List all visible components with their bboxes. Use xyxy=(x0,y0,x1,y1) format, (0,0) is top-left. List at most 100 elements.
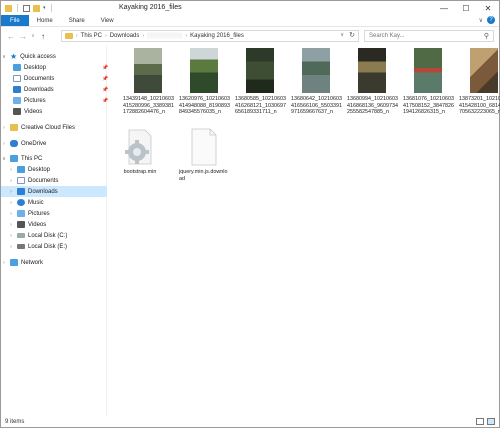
expand-icon[interactable]: › xyxy=(1,125,7,131)
pictures-icon xyxy=(17,210,25,217)
drive-icon xyxy=(17,233,25,238)
file-name: 13680642_10210603416566106_5503391971659… xyxy=(291,96,342,116)
file-item[interactable]: 13620976_10210603414948088_8190893849345… xyxy=(174,48,234,116)
documents-icon xyxy=(17,177,25,184)
forward-button[interactable]: → xyxy=(17,32,29,41)
file-item[interactable]: jquery.min.js.download xyxy=(174,128,234,182)
nav-pc-documents[interactable]: › Documents xyxy=(1,175,107,186)
photo-thumbnail xyxy=(246,48,274,93)
minimize-button[interactable]: — xyxy=(433,1,455,15)
close-button[interactable]: ✕ xyxy=(477,1,499,15)
nav-pc-videos[interactable]: › Videos xyxy=(1,219,107,230)
file-name: 13873201_10210603415428100_6814011705632… xyxy=(459,96,500,116)
file-item[interactable]: 13680994_10210603416868136_9609734255582… xyxy=(342,48,402,116)
music-icon xyxy=(17,199,25,206)
new-folder-icon[interactable] xyxy=(33,4,40,12)
nav-pc-local-disk-e[interactable]: › Local Disk (E:) xyxy=(1,241,107,252)
folder-icon xyxy=(5,4,12,12)
nav-pc-pictures[interactable]: › Pictures xyxy=(1,208,107,219)
navigation-pane: ∨ ★ Quick access Desktop 📌 Documents 📌 D… xyxy=(1,46,108,416)
breadcrumb-kayaking[interactable]: Kayaking 2016_files xyxy=(190,33,244,39)
nav-quick-desktop[interactable]: Desktop 📌 xyxy=(1,62,108,73)
file-name: 13439148_10210603415280996_3389381172882… xyxy=(123,96,174,116)
file-item[interactable]: 13680642_10210603416566106_5503391971659… xyxy=(286,48,346,116)
breadcrumb-downloads[interactable]: Downloads xyxy=(110,33,140,39)
tab-home[interactable]: Home xyxy=(29,15,61,26)
expand-icon[interactable]: › xyxy=(8,200,14,206)
expand-icon[interactable]: › xyxy=(8,178,14,184)
nav-network[interactable]: › Network xyxy=(1,257,107,268)
nav-pc-desktop[interactable]: › Desktop xyxy=(1,164,107,175)
photo-thumbnail xyxy=(470,48,498,93)
details-view-icon[interactable] xyxy=(476,418,484,425)
search-icon: ⚲ xyxy=(483,33,489,40)
videos-icon xyxy=(17,221,25,228)
nav-pc-music[interactable]: › Music xyxy=(1,197,107,208)
drive-icon xyxy=(17,244,25,249)
back-button[interactable]: ← xyxy=(5,32,17,41)
document-file-icon xyxy=(187,128,221,166)
file-name: bootstrap.min xyxy=(123,169,157,175)
expand-icon[interactable]: ∨ xyxy=(1,156,7,162)
expand-icon[interactable]: › xyxy=(8,167,14,173)
settings-file-icon xyxy=(123,128,157,166)
expand-icon[interactable]: › xyxy=(1,260,7,266)
file-item[interactable]: 13873201_10210603415428100_6814011705632… xyxy=(454,48,500,116)
file-item[interactable]: 13680585_10210603416268121_1030697656189… xyxy=(230,48,290,116)
cloud-icon xyxy=(10,140,18,147)
nav-onedrive[interactable]: › OneDrive xyxy=(1,138,107,149)
maximize-button[interactable]: ☐ xyxy=(455,1,477,15)
expand-ribbon-icon[interactable]: ∨ xyxy=(479,17,483,24)
nav-creative-cloud[interactable]: › Creative Cloud Files xyxy=(1,122,107,133)
up-button[interactable]: ↑ xyxy=(37,32,49,41)
nav-this-pc[interactable]: ∨ This PC xyxy=(1,153,107,164)
expand-icon[interactable]: › xyxy=(8,211,14,217)
file-item[interactable]: 13681076_10210603417508152_3847826194126… xyxy=(398,48,458,116)
file-name: 13620976_10210603414948088_8190893849345… xyxy=(179,96,230,116)
large-icons-view-icon[interactable] xyxy=(487,418,495,425)
explorer-window: ▾ Kayaking 2016_files — ☐ ✕ File Home Sh… xyxy=(0,0,500,428)
tab-file[interactable]: File xyxy=(1,15,29,26)
expand-icon[interactable]: › xyxy=(8,233,14,239)
documents-icon xyxy=(13,75,21,82)
expand-icon[interactable]: › xyxy=(1,141,7,147)
properties-icon[interactable] xyxy=(23,4,30,12)
search-box[interactable]: Search Kay... ⚲ xyxy=(364,30,494,42)
photo-thumbnail xyxy=(414,48,442,93)
refresh-icon[interactable]: ↻ xyxy=(349,31,355,39)
photo-thumbnail xyxy=(190,48,218,93)
photo-thumbnail xyxy=(134,48,162,93)
nav-pc-downloads[interactable]: › Downloads xyxy=(1,186,107,197)
address-dropdown-icon[interactable]: ∨ xyxy=(340,32,344,38)
videos-icon xyxy=(13,108,21,115)
expand-icon[interactable]: ∨ xyxy=(1,54,7,60)
nav-quick-documents[interactable]: Documents 📌 xyxy=(1,73,108,84)
tab-share[interactable]: Share xyxy=(61,15,93,26)
nav-quick-access[interactable]: ∨ ★ Quick access xyxy=(1,51,107,62)
desktop-icon xyxy=(17,166,25,173)
expand-icon[interactable]: › xyxy=(8,222,14,228)
help-icon[interactable]: ? xyxy=(487,16,495,24)
breadcrumb-this-pc[interactable]: This PC xyxy=(81,33,102,39)
photo-thumbnail xyxy=(302,48,330,93)
address-bar[interactable]: › This PC › Downloads › ▒▒▒▒▒▒▒▒▒▒ › Kay… xyxy=(61,30,359,42)
customize-toolbar-icon[interactable]: ▾ xyxy=(43,5,46,11)
breadcrumb-redacted[interactable]: ▒▒▒▒▒▒▒▒▒▒ xyxy=(147,33,182,39)
quick-access-toolbar: ▾ xyxy=(1,4,54,12)
file-item[interactable]: bootstrap.min xyxy=(110,128,170,176)
recent-locations-button[interactable]: ∨ xyxy=(29,33,37,39)
nav-pc-local-disk-c[interactable]: › Local Disk (C:) xyxy=(1,230,107,241)
star-icon: ★ xyxy=(10,52,18,61)
tab-view[interactable]: View xyxy=(93,15,122,26)
photo-thumbnail xyxy=(358,48,386,93)
expand-icon[interactable]: › xyxy=(8,189,14,195)
title-bar: ▾ Kayaking 2016_files — ☐ ✕ xyxy=(1,1,499,15)
nav-quick-pictures[interactable]: Pictures 📌 xyxy=(1,95,108,106)
nav-quick-downloads[interactable]: Downloads 📌 xyxy=(1,84,108,95)
expand-icon[interactable]: › xyxy=(8,244,14,250)
file-item[interactable]: 13439148_10210603415280996_3389381172882… xyxy=(118,48,178,116)
nav-quick-videos[interactable]: Videos xyxy=(1,106,107,117)
item-count: 9 items xyxy=(5,419,25,425)
status-bar: 9 items xyxy=(1,416,499,428)
network-icon xyxy=(10,259,18,266)
